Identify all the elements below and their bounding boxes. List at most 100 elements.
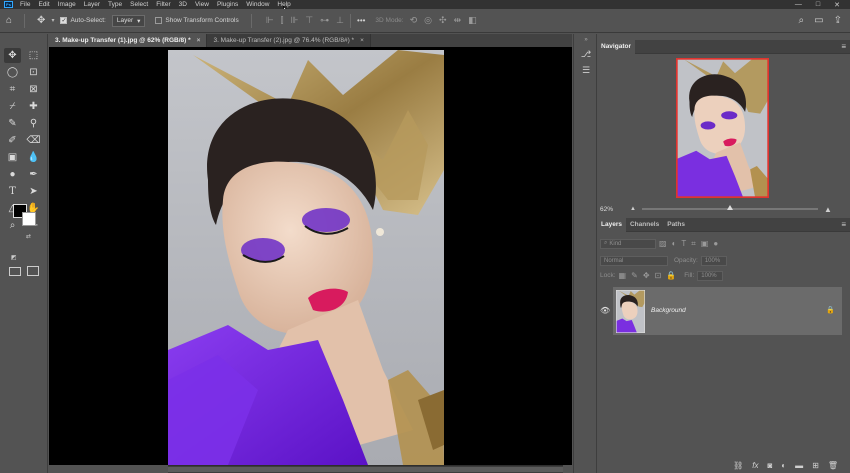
align-vertical-centers-icon[interactable]: ⊶ xyxy=(320,15,329,26)
close-icon[interactable]: × xyxy=(197,37,201,44)
menu-type[interactable]: Type xyxy=(104,0,126,9)
horizontal-scrollbar[interactable] xyxy=(168,465,563,473)
tab-navigator[interactable]: Navigator xyxy=(597,39,635,54)
brush-tool-icon[interactable]: ✎ xyxy=(4,116,21,131)
history-brush-tool-icon[interactable]: ✐ xyxy=(4,133,21,148)
menu-file[interactable]: File xyxy=(16,0,34,9)
close-icon[interactable]: × xyxy=(360,37,364,44)
lock-transparent-icon[interactable]: ▦ xyxy=(619,271,627,280)
opacity-field[interactable]: 100% xyxy=(700,255,727,266)
gradient-tool-icon[interactable]: ▣ xyxy=(4,150,21,165)
path-selection-tool-icon[interactable]: ➤ xyxy=(25,184,42,199)
adjustment-layer-icon[interactable]: ◐ xyxy=(781,461,786,470)
more-options-button[interactable]: ••• xyxy=(357,16,365,25)
filter-toggle-icon[interactable]: ● xyxy=(713,239,718,249)
lasso-tool-icon[interactable]: ◯ xyxy=(4,65,21,80)
3d-roll-icon[interactable]: ◎ xyxy=(424,15,432,26)
menu-layer[interactable]: Layer xyxy=(80,0,104,9)
tab-document-1[interactable]: 3. Make-up Transfer (1).jpg @ 62% (RGB/8… xyxy=(49,34,208,47)
background-color-swatch[interactable] xyxy=(22,212,36,226)
minimize-button[interactable]: — xyxy=(795,1,802,9)
eye-visibility-icon[interactable]: 👁 xyxy=(600,306,610,315)
default-colors-icon[interactable]: ◩ xyxy=(11,254,17,261)
maximize-button[interactable]: □ xyxy=(816,1,820,9)
home-icon[interactable]: ⌂ xyxy=(6,15,12,26)
panel-menu-icon[interactable]: ≡ xyxy=(841,42,850,51)
crop-tool-icon[interactable]: ⌗ xyxy=(4,82,21,97)
align-horizontal-centers-icon[interactable]: ⫿ xyxy=(281,15,284,26)
tab-paths[interactable]: Paths xyxy=(663,218,689,232)
3d-scale-icon[interactable]: ◧ xyxy=(468,15,477,26)
filter-shape-icon[interactable]: ⌗ xyxy=(691,239,696,249)
zoom-in-icon[interactable]: ▲ xyxy=(824,205,832,214)
eraser-tool-icon[interactable]: ⌫ xyxy=(25,133,42,148)
3d-orbit-icon[interactable]: ⟲ xyxy=(410,15,418,26)
menu-image[interactable]: Image xyxy=(54,0,80,9)
history-panel-icon[interactable]: ⎇ xyxy=(574,46,598,62)
eyedropper-tool-icon[interactable]: ⌿ xyxy=(4,99,21,114)
show-transform-checkbox[interactable] xyxy=(155,17,163,24)
object-selection-tool-icon[interactable]: ⊡ xyxy=(25,65,42,80)
fill-field[interactable]: 100% xyxy=(697,270,724,281)
share-icon[interactable]: ⇪ xyxy=(834,15,842,26)
zoom-slider-thumb[interactable] xyxy=(726,205,733,210)
filter-smart-object-icon[interactable]: ▣ xyxy=(701,239,709,249)
link-layers-icon[interactable]: ⛓ xyxy=(733,461,743,470)
marquee-tool-icon[interactable]: ⬚ xyxy=(25,48,42,63)
menu-select[interactable]: Select xyxy=(126,0,152,9)
zoom-out-icon[interactable]: ▲ xyxy=(630,206,636,212)
screen-mode-icon[interactable] xyxy=(27,266,39,276)
pen-tool-icon[interactable]: ✒ xyxy=(25,167,42,182)
move-tool-icon[interactable]: ✥ xyxy=(37,15,45,26)
zoom-tool-icon[interactable]: ⌕ xyxy=(4,218,21,233)
trash-icon[interactable]: 🗑 xyxy=(828,461,838,470)
frame-tool-icon[interactable]: ⊠ xyxy=(25,82,42,97)
move-tool-icon[interactable]: ✥ xyxy=(4,48,21,63)
layer-filter-select[interactable]: ⌕ Kind xyxy=(600,238,656,249)
workspace-icon[interactable]: ▭ xyxy=(814,15,823,26)
menu-plugins[interactable]: Plugins xyxy=(213,0,242,9)
tab-layers[interactable]: Layers xyxy=(597,217,626,232)
3d-pan-icon[interactable]: ✣ xyxy=(439,15,447,26)
menu-filter[interactable]: Filter xyxy=(152,0,174,9)
tool-preset-chevron-icon[interactable]: ▾ xyxy=(51,17,54,24)
zoom-value[interactable]: 62% xyxy=(600,206,630,213)
auto-select-target-select[interactable]: Layer ▾ xyxy=(111,14,146,27)
quick-mask-icon[interactable] xyxy=(9,267,21,276)
align-left-edges-icon[interactable]: ⊩ xyxy=(266,15,274,26)
menu-3d[interactable]: 3D xyxy=(175,0,191,9)
blur-tool-icon[interactable]: 💧 xyxy=(25,150,42,165)
layer-name[interactable]: Background xyxy=(651,307,686,314)
healing-brush-tool-icon[interactable]: ✚ xyxy=(25,99,42,114)
scrollbar-thumb[interactable] xyxy=(168,467,563,472)
tab-channels[interactable]: Channels xyxy=(626,218,663,232)
3d-slide-icon[interactable]: ⇹ xyxy=(454,15,462,26)
swap-colors-icon[interactable]: ⇄ xyxy=(26,233,31,240)
layer-style-icon[interactable]: fx xyxy=(752,461,758,470)
navigator-thumbnail[interactable] xyxy=(676,58,769,198)
clone-stamp-tool-icon[interactable]: ⚲ xyxy=(25,116,42,131)
type-tool-icon[interactable]: T xyxy=(4,184,21,199)
blend-mode-select[interactable]: Normal xyxy=(600,255,668,266)
auto-select-checkbox[interactable]: ✓ xyxy=(60,17,68,24)
filter-adjustment-icon[interactable]: ◐ xyxy=(672,239,677,249)
align-bottom-edges-icon[interactable]: ⊥ xyxy=(336,15,344,26)
lock-all-icon[interactable]: 🔒 xyxy=(666,271,676,280)
collapse-icon[interactable]: » xyxy=(574,34,598,46)
menu-edit[interactable]: Edit xyxy=(34,0,53,9)
lock-artboard-icon[interactable]: ⊡ xyxy=(655,271,662,280)
menu-window[interactable]: Window xyxy=(242,0,273,9)
new-layer-icon[interactable]: ⊞ xyxy=(812,461,819,470)
search-icon[interactable]: ⌕ xyxy=(799,15,805,26)
lock-position-icon[interactable]: ✥ xyxy=(643,271,650,280)
filter-type-icon[interactable]: T xyxy=(681,239,686,249)
filter-pixel-icon[interactable]: ▨ xyxy=(659,239,667,249)
zoom-slider[interactable] xyxy=(641,205,818,210)
layer-row-background[interactable] xyxy=(613,287,842,335)
new-group-icon[interactable]: ▬ xyxy=(795,461,803,470)
add-mask-icon[interactable]: ◙ xyxy=(767,461,772,470)
align-right-edges-icon[interactable]: ⊪ xyxy=(290,15,298,26)
menu-view[interactable]: View xyxy=(191,0,213,9)
close-window-button[interactable]: ✕ xyxy=(834,1,840,9)
adjustments-panel-icon[interactable]: ☰ xyxy=(574,62,598,78)
